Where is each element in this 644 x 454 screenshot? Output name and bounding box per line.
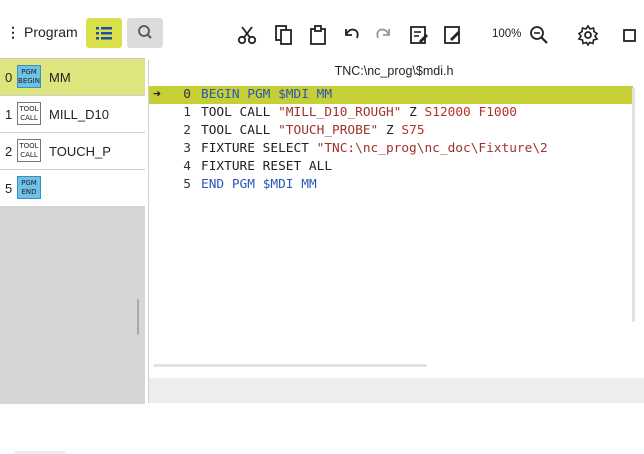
paste-icon bbox=[310, 25, 326, 45]
redo-icon bbox=[376, 28, 390, 39]
line-code: BEGIN PGM $MDI MM bbox=[201, 87, 333, 102]
panel-splitter-handle[interactable] bbox=[137, 299, 139, 335]
program-menu-button[interactable]: ⋮ Program bbox=[6, 24, 78, 41]
block-number: 2 bbox=[5, 144, 13, 159]
undo-button[interactable] bbox=[340, 24, 362, 51]
block-name: MILL_D10 bbox=[49, 107, 109, 122]
block-name: MM bbox=[49, 70, 71, 85]
line-number: 1 bbox=[183, 105, 191, 120]
search-icon bbox=[138, 25, 152, 39]
program-line[interactable]: 4 FIXTURE RESET ALL bbox=[149, 158, 633, 176]
zoom-button[interactable] bbox=[528, 24, 550, 51]
horizontal-scrollbar[interactable] bbox=[153, 364, 427, 367]
edit-block-icon bbox=[410, 26, 428, 44]
current-line-arrow-icon: ➜ bbox=[153, 87, 161, 102]
block-number: 0 bbox=[5, 70, 13, 85]
line-code: TOOL CALL "TOUCH_PROBE" Z S75 bbox=[201, 123, 425, 138]
block-list-row[interactable]: 2 TOOL CALL TOUCH_P bbox=[0, 133, 145, 170]
edit-block-button[interactable] bbox=[408, 24, 430, 51]
program-line[interactable]: 5 END PGM $MDI MM bbox=[149, 176, 633, 194]
tool-call-icon: TOOL CALL bbox=[17, 139, 41, 162]
block-list-row[interactable]: 5 PGM END bbox=[0, 170, 145, 207]
cut-icon bbox=[237, 26, 257, 45]
undo-icon bbox=[345, 28, 359, 39]
block-name: TOUCH_P bbox=[49, 144, 111, 159]
zoom-level: 100% bbox=[492, 28, 522, 40]
settings-icon bbox=[577, 24, 599, 47]
edit-button[interactable] bbox=[442, 24, 464, 51]
window-button[interactable] bbox=[620, 24, 640, 51]
block-list-row[interactable]: 0 PGM BEGIN MM bbox=[0, 59, 145, 96]
search-button[interactable] bbox=[127, 18, 163, 48]
line-number: 5 bbox=[183, 177, 191, 192]
cut-button[interactable] bbox=[236, 24, 258, 51]
line-code: END PGM $MDI MM bbox=[201, 177, 317, 192]
list-view-button[interactable] bbox=[86, 18, 122, 48]
line-number: 2 bbox=[183, 123, 191, 138]
line-code: FIXTURE RESET ALL bbox=[201, 159, 333, 174]
copy-button[interactable] bbox=[273, 24, 295, 51]
paste-button[interactable] bbox=[307, 24, 329, 51]
program-line[interactable]: 2 TOOL CALL "TOUCH_PROBE" Z S75 bbox=[149, 122, 633, 140]
line-number: 4 bbox=[183, 159, 191, 174]
program-line[interactable]: 1 TOOL CALL "MILL_D10_ROUGH" Z S12000 F10… bbox=[149, 104, 633, 122]
list-icon bbox=[96, 27, 112, 40]
line-number: 3 bbox=[183, 141, 191, 156]
tool-call-icon: TOOL CALL bbox=[17, 102, 41, 125]
block-list-row[interactable]: 1 TOOL CALL MILL_D10 bbox=[0, 96, 145, 133]
program-label: Program bbox=[24, 24, 78, 40]
edit-icon bbox=[444, 26, 460, 44]
window-icon bbox=[623, 29, 636, 42]
block-number: 5 bbox=[5, 181, 13, 196]
pgm-end-icon: PGM END bbox=[17, 176, 41, 199]
more-vert-icon: ⋮ bbox=[6, 24, 20, 40]
program-line[interactable]: 3 FIXTURE SELECT "TNC:\nc_prog\nc_doc\Fix… bbox=[149, 140, 633, 158]
line-code: FIXTURE SELECT "TNC:\nc_prog\nc_doc\Fixt… bbox=[201, 141, 548, 156]
toolbar: ⋮ Program 100% bbox=[0, 0, 644, 58]
redo-button[interactable] bbox=[373, 24, 395, 51]
program-editor[interactable]: TNC:\nc_prog\$mdi.h ➜ 0 BEGIN PGM $MDI MM 1… bbox=[148, 60, 644, 403]
program-line[interactable]: ➜ 0 BEGIN PGM $MDI MM bbox=[149, 86, 633, 104]
zoom-icon bbox=[530, 26, 548, 44]
copy-icon bbox=[275, 25, 292, 45]
line-number: 0 bbox=[183, 87, 191, 102]
block-number: 1 bbox=[5, 107, 13, 122]
settings-button[interactable] bbox=[577, 24, 599, 51]
block-list-panel: 0 PGM BEGIN MM 1 TOOL CALL MILL_D10 2 TOOL CALL TOU… bbox=[0, 58, 145, 454]
pgm-begin-icon: PGM BEGIN bbox=[17, 65, 41, 88]
editor-status-bar bbox=[149, 378, 644, 403]
file-path-title: TNC:\nc_prog\$mdi.h bbox=[334, 64, 454, 78]
line-code: TOOL CALL "MILL_D10_ROUGH" Z S12000 F100… bbox=[201, 105, 518, 120]
vertical-scrollbar[interactable] bbox=[632, 88, 635, 322]
